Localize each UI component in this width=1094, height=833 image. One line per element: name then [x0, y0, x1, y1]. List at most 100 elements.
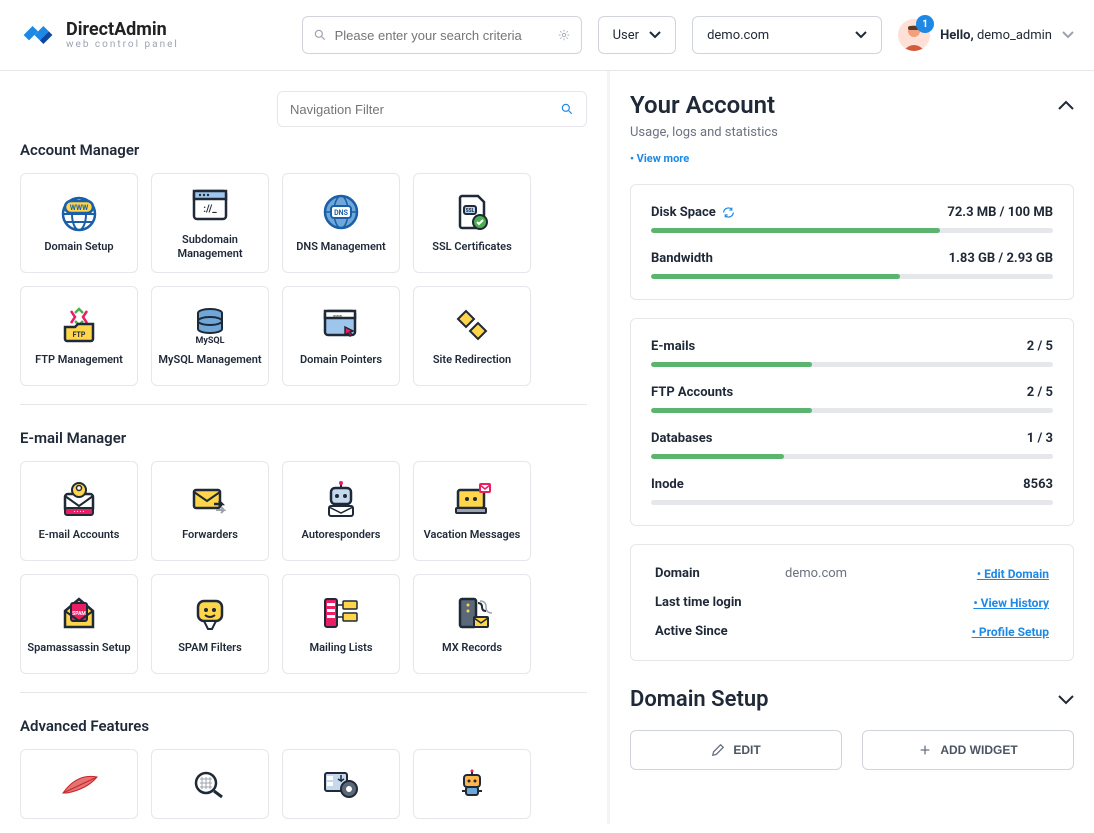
- robot-mail-icon: [319, 480, 363, 520]
- stat-emails-bar: [651, 362, 1053, 367]
- tile-label: E-mail Accounts: [39, 528, 120, 542]
- tile-label: MX Records: [442, 641, 502, 655]
- top-header: DirectAdmin web control panel User demo.…: [0, 0, 1094, 71]
- tile-spam-filters[interactable]: SPAM Filters: [151, 574, 269, 674]
- tile-label: Domain Setup: [44, 240, 113, 254]
- domain-dropdown[interactable]: demo.com: [692, 16, 882, 54]
- stat-inode-value: 8563: [1023, 477, 1053, 492]
- section-title-email: E-mail Manager: [20, 429, 587, 447]
- tile-forwarders[interactable]: Forwarders: [151, 461, 269, 561]
- edit-button[interactable]: EDIT: [630, 730, 842, 770]
- usage-card-2: E-mails 2 / 5 FTP Accounts 2 / 5 Databas…: [630, 318, 1074, 526]
- account-subtitle: Usage, logs and statistics: [630, 125, 1074, 140]
- expand-icon[interactable]: [1058, 695, 1074, 705]
- tile-subdomain-management[interactable]: ://_ Subdomain Management: [151, 173, 269, 273]
- add-widget-button[interactable]: ADD WIDGET: [862, 730, 1074, 770]
- gear-icon[interactable]: [557, 28, 571, 42]
- tile-ftp-management[interactable]: FTP FTP Management: [20, 286, 138, 386]
- tile-advanced-3[interactable]: [282, 749, 400, 819]
- stat-emails-label: E-mails: [651, 339, 695, 354]
- spam-envelope-icon: SPAM: [57, 593, 101, 633]
- tile-ssl-certificates[interactable]: SSL SSL Certificates: [413, 173, 531, 273]
- tile-mailing-lists[interactable]: Mailing Lists: [282, 574, 400, 674]
- robot-icon: [450, 764, 494, 804]
- stat-bandwidth-bar: [651, 274, 1053, 279]
- spam-filter-face-icon: [188, 593, 232, 633]
- navigation-panel: Account Manager WWW Domain Setup ://_ Su…: [0, 71, 610, 824]
- plus-icon: [918, 743, 932, 757]
- browser-pointer-icon: www: [319, 305, 363, 345]
- stat-disk-label: Disk Space: [651, 205, 735, 220]
- account-title: Your Account: [630, 91, 775, 119]
- server-backup-icon: [319, 764, 363, 804]
- svg-text:www: www: [333, 313, 342, 318]
- global-search-input[interactable]: [335, 28, 549, 43]
- search-icon: [560, 102, 574, 116]
- globe-www-icon: WWW: [57, 192, 101, 232]
- ssl-certificate-icon: SSL: [450, 192, 494, 232]
- svg-text:• • • •: • • • •: [74, 510, 85, 516]
- collapse-icon[interactable]: [1058, 100, 1074, 110]
- tile-domain-setup[interactable]: WWW Domain Setup: [20, 173, 138, 273]
- svg-text:SSL: SSL: [466, 208, 475, 214]
- edit-domain-link[interactable]: • Edit Domain: [977, 567, 1049, 581]
- feather-icon: [57, 764, 101, 804]
- tile-advanced-2[interactable]: [151, 749, 269, 819]
- view-history-link[interactable]: • View History: [973, 596, 1049, 610]
- edit-button-label: EDIT: [733, 743, 760, 757]
- stat-bandwidth-value: 1.83 GB / 2.93 GB: [949, 251, 1053, 266]
- mail-forward-icon: [188, 480, 232, 520]
- domain-dropdown-label: demo.com: [707, 28, 769, 43]
- magnifier-grid-icon: [188, 764, 232, 804]
- stat-ftp-label: FTP Accounts: [651, 385, 733, 400]
- redirect-arrows-icon: [450, 305, 494, 345]
- role-dropdown-label: User: [613, 28, 639, 43]
- global-search[interactable]: [302, 16, 582, 54]
- info-card: Domain demo.com • Edit Domain Last time …: [630, 544, 1074, 661]
- navigation-filter-input[interactable]: [290, 102, 560, 117]
- svg-text:FTP: FTP: [73, 331, 86, 339]
- hello-text: Hello, demo_admin: [940, 28, 1052, 43]
- tile-label: Forwarders: [182, 528, 238, 542]
- ftp-folder-icon: FTP: [57, 305, 101, 345]
- profile-setup-link[interactable]: • Profile Setup: [972, 625, 1049, 639]
- tile-mysql-management[interactable]: MySQL MySQL Management: [151, 286, 269, 386]
- tile-label: DNS Management: [296, 240, 385, 254]
- email-lock-icon: • • • •: [57, 480, 101, 520]
- mysql-icon: MySQL: [188, 305, 232, 345]
- stat-emails-value: 2 / 5: [1027, 339, 1053, 354]
- tile-domain-pointers[interactable]: www Domain Pointers: [282, 286, 400, 386]
- svg-text:WWW: WWW: [70, 204, 89, 212]
- stat-ftp-bar: [651, 408, 1053, 413]
- notification-badge: 1: [916, 15, 934, 33]
- view-more-link[interactable]: • View more: [630, 152, 689, 165]
- tile-advanced-4[interactable]: [413, 749, 531, 819]
- tile-label: FTP Management: [35, 353, 123, 367]
- browser-subdomain-icon: ://_: [188, 185, 232, 225]
- stat-disk-bar: [651, 228, 1053, 233]
- tile-vacation-messages[interactable]: Vacation Messages: [413, 461, 531, 561]
- tile-spamassassin-setup[interactable]: SPAM Spamassassin Setup: [20, 574, 138, 674]
- tile-advanced-1[interactable]: [20, 749, 138, 819]
- tile-dns-management[interactable]: DNS DNS Management: [282, 173, 400, 273]
- refresh-icon[interactable]: [722, 206, 735, 219]
- tile-site-redirection[interactable]: Site Redirection: [413, 286, 531, 386]
- tile-email-accounts[interactable]: • • • • E-mail Accounts: [20, 461, 138, 561]
- info-domain-label: Domain: [655, 566, 785, 581]
- usage-card-1: Disk Space 72.3 MB / 100 MB Bandwidth 1.…: [630, 184, 1074, 300]
- chevron-down-icon: [855, 31, 867, 39]
- tile-mx-records[interactable]: MX Records: [413, 574, 531, 674]
- stat-inode-label: Inode: [651, 477, 684, 492]
- role-dropdown[interactable]: User: [598, 16, 676, 54]
- logo-name: DirectAdmin: [66, 20, 179, 40]
- logo[interactable]: DirectAdmin web control panel: [20, 17, 179, 53]
- user-menu[interactable]: 1 Hello, demo_admin: [898, 19, 1074, 51]
- globe-dns-icon: DNS: [319, 192, 363, 232]
- tile-autoresponders[interactable]: Autoresponders: [282, 461, 400, 561]
- account-panel: Your Account Usage, logs and statistics …: [610, 71, 1094, 824]
- logo-icon: [20, 17, 56, 53]
- navigation-filter[interactable]: [277, 91, 587, 127]
- stat-db-value: 1 / 3: [1027, 431, 1053, 446]
- stat-db-bar: [651, 454, 1053, 459]
- tile-label: Spamassassin Setup: [27, 641, 130, 655]
